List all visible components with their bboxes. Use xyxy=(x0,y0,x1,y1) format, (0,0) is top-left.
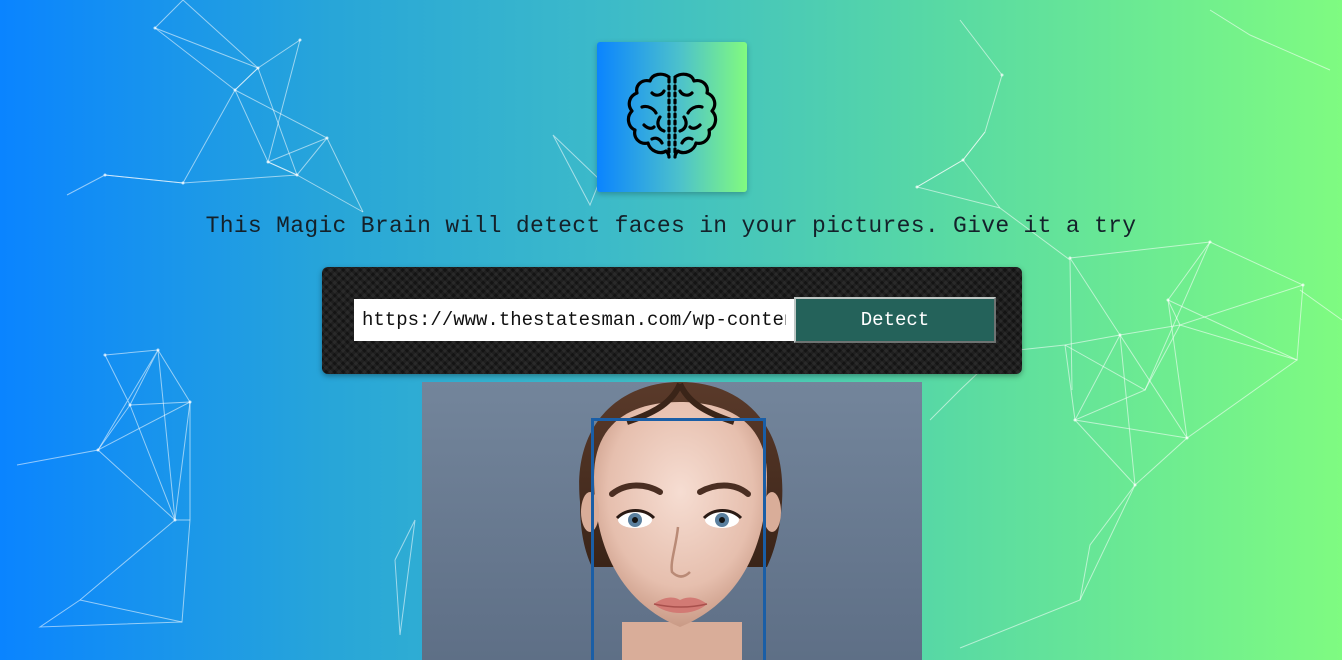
image-url-input[interactable] xyxy=(354,299,794,341)
face-bounding-box xyxy=(591,418,766,660)
brain-icon xyxy=(626,72,718,159)
logo-card xyxy=(597,42,747,192)
image-url-form: Detect xyxy=(322,267,1022,374)
detect-button[interactable]: Detect xyxy=(794,297,996,343)
tagline: This Magic Brain will detect faces in yo… xyxy=(205,213,1137,239)
